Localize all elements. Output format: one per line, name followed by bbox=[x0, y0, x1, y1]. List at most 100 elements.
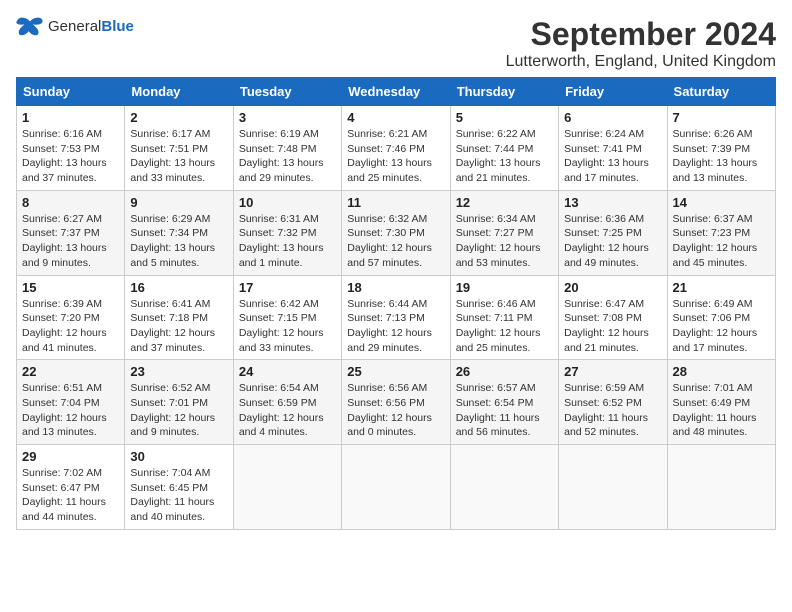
day-number: 4 bbox=[347, 110, 444, 125]
day-info: Sunrise: 6:54 AMSunset: 6:59 PMDaylight:… bbox=[239, 381, 336, 440]
day-info: Sunrise: 6:44 AMSunset: 7:13 PMDaylight:… bbox=[347, 297, 444, 356]
logo: GeneralBlue bbox=[16, 16, 134, 38]
day-number: 6 bbox=[564, 110, 661, 125]
calendar-week-row: 15 Sunrise: 6:39 AMSunset: 7:20 PMDayligh… bbox=[17, 275, 776, 360]
calendar-cell: 23 Sunrise: 6:52 AMSunset: 7:01 PMDayligh… bbox=[125, 360, 233, 445]
calendar-cell: 13 Sunrise: 6:36 AMSunset: 7:25 PMDayligh… bbox=[559, 190, 667, 275]
calendar-week-row: 1 Sunrise: 6:16 AMSunset: 7:53 PMDaylight… bbox=[17, 106, 776, 191]
day-number: 21 bbox=[673, 280, 770, 295]
day-number: 23 bbox=[130, 364, 227, 379]
calendar-header-row: SundayMondayTuesdayWednesdayThursdayFrid… bbox=[17, 78, 776, 106]
weekday-header-sunday: Sunday bbox=[17, 78, 125, 106]
calendar-cell bbox=[559, 445, 667, 530]
day-number: 29 bbox=[22, 449, 119, 464]
day-info: Sunrise: 6:59 AMSunset: 6:52 PMDaylight:… bbox=[564, 381, 661, 440]
day-number: 12 bbox=[456, 195, 553, 210]
calendar-cell: 14 Sunrise: 6:37 AMSunset: 7:23 PMDayligh… bbox=[667, 190, 775, 275]
calendar-cell: 11 Sunrise: 6:32 AMSunset: 7:30 PMDayligh… bbox=[342, 190, 450, 275]
day-info: Sunrise: 6:57 AMSunset: 6:54 PMDaylight:… bbox=[456, 381, 553, 440]
calendar-cell: 26 Sunrise: 6:57 AMSunset: 6:54 PMDayligh… bbox=[450, 360, 558, 445]
calendar-cell: 4Sunrise: 6:21 AMSunset: 7:46 PMDaylight… bbox=[342, 106, 450, 191]
calendar-cell: 5 Sunrise: 6:22 AMSunset: 7:44 PMDaylight… bbox=[450, 106, 558, 191]
day-info: Sunrise: 6:22 AMSunset: 7:44 PMDaylight:… bbox=[456, 127, 553, 186]
day-number: 26 bbox=[456, 364, 553, 379]
day-number: 11 bbox=[347, 195, 444, 210]
day-info: Sunrise: 6:34 AMSunset: 7:27 PMDaylight:… bbox=[456, 212, 553, 271]
day-info: Sunrise: 6:32 AMSunset: 7:30 PMDaylight:… bbox=[347, 212, 444, 271]
calendar-cell bbox=[342, 445, 450, 530]
calendar-cell: 18Sunrise: 6:44 AMSunset: 7:13 PMDayligh… bbox=[342, 275, 450, 360]
day-info: Sunrise: 6:31 AMSunset: 7:32 PMDaylight:… bbox=[239, 212, 336, 271]
calendar-cell: 28 Sunrise: 7:01 AMSunset: 6:49 PMDayligh… bbox=[667, 360, 775, 445]
calendar-table: SundayMondayTuesdayWednesdayThursdayFrid… bbox=[16, 77, 776, 530]
calendar-cell: 21 Sunrise: 6:49 AMSunset: 7:06 PMDayligh… bbox=[667, 275, 775, 360]
calendar-cell: 10 Sunrise: 6:31 AMSunset: 7:32 PMDayligh… bbox=[233, 190, 341, 275]
day-number: 17 bbox=[239, 280, 336, 295]
day-info: Sunrise: 6:16 AMSunset: 7:53 PMDaylight:… bbox=[22, 127, 119, 186]
day-info: Sunrise: 6:26 AMSunset: 7:39 PMDaylight:… bbox=[673, 127, 770, 186]
calendar-cell: 15 Sunrise: 6:39 AMSunset: 7:20 PMDayligh… bbox=[17, 275, 125, 360]
calendar-cell: 2Sunrise: 6:17 AMSunset: 7:51 PMDaylight… bbox=[125, 106, 233, 191]
calendar-week-row: 29 Sunrise: 7:02 AMSunset: 6:47 PMDayligh… bbox=[17, 445, 776, 530]
calendar-week-row: 22 Sunrise: 6:51 AMSunset: 7:04 PMDayligh… bbox=[17, 360, 776, 445]
day-number: 20 bbox=[564, 280, 661, 295]
calendar-cell: 17Sunrise: 6:42 AMSunset: 7:15 PMDayligh… bbox=[233, 275, 341, 360]
logo-blue: Blue bbox=[101, 18, 134, 35]
day-number: 24 bbox=[239, 364, 336, 379]
day-number: 28 bbox=[673, 364, 770, 379]
weekday-header-monday: Monday bbox=[125, 78, 233, 106]
page-header: GeneralBlue September 2024 Lutterworth, … bbox=[16, 16, 776, 71]
day-info: Sunrise: 6:51 AMSunset: 7:04 PMDaylight:… bbox=[22, 381, 119, 440]
day-number: 13 bbox=[564, 195, 661, 210]
title-block: September 2024 Lutterworth, England, Uni… bbox=[506, 16, 776, 71]
day-info: Sunrise: 6:56 AMSunset: 6:56 PMDaylight:… bbox=[347, 381, 444, 440]
calendar-week-row: 8Sunrise: 6:27 AMSunset: 7:37 PMDaylight… bbox=[17, 190, 776, 275]
day-info: Sunrise: 6:29 AMSunset: 7:34 PMDaylight:… bbox=[130, 212, 227, 271]
weekday-header-thursday: Thursday bbox=[450, 78, 558, 106]
day-number: 27 bbox=[564, 364, 661, 379]
day-info: Sunrise: 6:39 AMSunset: 7:20 PMDaylight:… bbox=[22, 297, 119, 356]
day-info: Sunrise: 6:46 AMSunset: 7:11 PMDaylight:… bbox=[456, 297, 553, 356]
day-number: 3 bbox=[239, 110, 336, 125]
calendar-cell: 27 Sunrise: 6:59 AMSunset: 6:52 PMDayligh… bbox=[559, 360, 667, 445]
day-info: Sunrise: 6:49 AMSunset: 7:06 PMDaylight:… bbox=[673, 297, 770, 356]
day-number: 22 bbox=[22, 364, 119, 379]
page-subtitle: Lutterworth, England, United Kingdom bbox=[506, 53, 776, 71]
day-number: 14 bbox=[673, 195, 770, 210]
day-info: Sunrise: 7:04 AMSunset: 6:45 PMDaylight:… bbox=[130, 466, 227, 525]
calendar-cell: 20Sunrise: 6:47 AMSunset: 7:08 PMDayligh… bbox=[559, 275, 667, 360]
logo-text: GeneralBlue bbox=[48, 18, 134, 36]
calendar-cell: 7 Sunrise: 6:26 AMSunset: 7:39 PMDaylight… bbox=[667, 106, 775, 191]
calendar-cell: 16Sunrise: 6:41 AMSunset: 7:18 PMDayligh… bbox=[125, 275, 233, 360]
day-number: 30 bbox=[130, 449, 227, 464]
day-info: Sunrise: 6:37 AMSunset: 7:23 PMDaylight:… bbox=[673, 212, 770, 271]
page-title: September 2024 bbox=[506, 16, 776, 53]
day-info: Sunrise: 7:02 AMSunset: 6:47 PMDaylight:… bbox=[22, 466, 119, 525]
day-info: Sunrise: 6:19 AMSunset: 7:48 PMDaylight:… bbox=[239, 127, 336, 186]
calendar-cell bbox=[450, 445, 558, 530]
day-number: 1 bbox=[22, 110, 119, 125]
day-info: Sunrise: 7:01 AMSunset: 6:49 PMDaylight:… bbox=[673, 381, 770, 440]
calendar-cell bbox=[667, 445, 775, 530]
logo-general: General bbox=[48, 18, 101, 35]
calendar-cell: 6 Sunrise: 6:24 AMSunset: 7:41 PMDaylight… bbox=[559, 106, 667, 191]
calendar-cell: 1 Sunrise: 6:16 AMSunset: 7:53 PMDaylight… bbox=[17, 106, 125, 191]
calendar-cell: 29 Sunrise: 7:02 AMSunset: 6:47 PMDayligh… bbox=[17, 445, 125, 530]
calendar-cell: 24 Sunrise: 6:54 AMSunset: 6:59 PMDayligh… bbox=[233, 360, 341, 445]
day-number: 7 bbox=[673, 110, 770, 125]
weekday-header-wednesday: Wednesday bbox=[342, 78, 450, 106]
calendar-cell: 22 Sunrise: 6:51 AMSunset: 7:04 PMDayligh… bbox=[17, 360, 125, 445]
day-info: Sunrise: 6:36 AMSunset: 7:25 PMDaylight:… bbox=[564, 212, 661, 271]
day-number: 15 bbox=[22, 280, 119, 295]
day-info: Sunrise: 6:52 AMSunset: 7:01 PMDaylight:… bbox=[130, 381, 227, 440]
calendar-cell: 19Sunrise: 6:46 AMSunset: 7:11 PMDayligh… bbox=[450, 275, 558, 360]
logo-bird-icon bbox=[16, 16, 44, 38]
calendar-cell bbox=[233, 445, 341, 530]
day-number: 25 bbox=[347, 364, 444, 379]
calendar-cell: 9 Sunrise: 6:29 AMSunset: 7:34 PMDaylight… bbox=[125, 190, 233, 275]
day-number: 9 bbox=[130, 195, 227, 210]
day-info: Sunrise: 6:24 AMSunset: 7:41 PMDaylight:… bbox=[564, 127, 661, 186]
day-number: 10 bbox=[239, 195, 336, 210]
day-number: 5 bbox=[456, 110, 553, 125]
weekday-header-friday: Friday bbox=[559, 78, 667, 106]
